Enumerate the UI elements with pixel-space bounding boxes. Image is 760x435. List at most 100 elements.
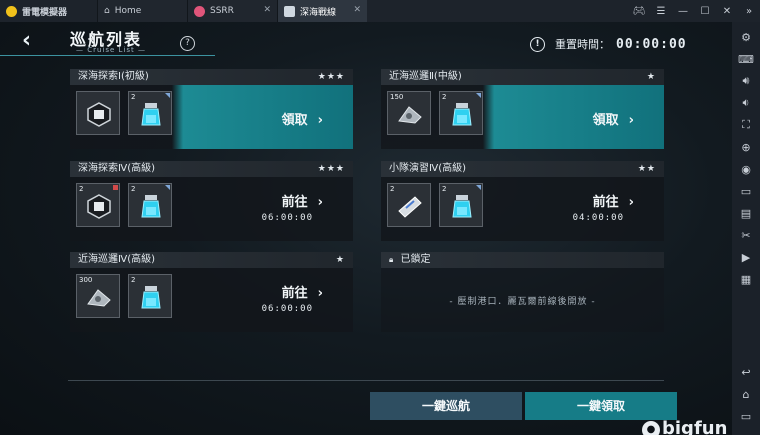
reward-item[interactable]: 2	[439, 91, 483, 135]
rarity-corner	[476, 185, 481, 190]
cruise-card: 近海巡邏Ⅱ(中級) ★ 150 2 領取 ›	[381, 69, 664, 149]
watermark-logo: ● bigfun	[642, 418, 727, 435]
reset-time: 00:00:00	[616, 36, 687, 52]
chevron-right-icon: ›	[628, 195, 634, 210]
tab-ssrr-label: SSRR	[210, 6, 234, 16]
menu-icon[interactable]: ☰	[650, 6, 672, 17]
close-icon[interactable]: ✕	[716, 6, 738, 17]
vial-icon	[452, 195, 472, 218]
maximize-icon[interactable]: ☐	[694, 6, 716, 17]
app-name: 雷電模擬器	[22, 7, 68, 18]
add-app-icon[interactable]: ⊕	[732, 136, 760, 158]
reward-item[interactable]: 2	[128, 91, 172, 135]
chevron-right-icon: ›	[317, 195, 323, 210]
reward-item[interactable]: 300	[76, 274, 120, 318]
collapse-icon[interactable]: »	[738, 6, 760, 17]
star-rating: ★★	[637, 164, 656, 174]
minimize-icon[interactable]: —	[672, 6, 694, 17]
locked-label: 已鎖定	[400, 254, 431, 265]
cruise-card-header: 小隊演習Ⅳ(高級) ★★	[381, 161, 664, 177]
keyboard-icon[interactable]: ⌨	[732, 48, 760, 70]
chevron-right-icon: ›	[317, 286, 323, 301]
ticket-icon	[398, 196, 422, 218]
star-rating: ★	[335, 255, 345, 265]
home-icon[interactable]: ⌂	[732, 383, 760, 405]
action-text: 前往	[281, 286, 308, 301]
page-subtitle: — Cruise List —	[76, 46, 147, 54]
volume-up-icon[interactable]: 🔊︎	[732, 70, 760, 92]
lock-icon: 🔒︎	[389, 255, 394, 264]
app-logo-tab: 雷電模擬器	[0, 0, 97, 22]
multi-instance-icon[interactable]: ▦	[732, 268, 760, 290]
tab-ssrr[interactable]: SSRR ✕	[187, 0, 277, 22]
paw-icon: ●	[642, 421, 660, 435]
reward-item[interactable]: 2	[439, 183, 483, 227]
go-button[interactable]: 2 2 前往 › 06:00:00	[70, 177, 353, 241]
cruise-duration: 06:00:00	[261, 304, 313, 314]
folder-icon[interactable]: ▭	[732, 180, 760, 202]
back-icon[interactable]: ↩	[732, 361, 760, 383]
reward-count: 2	[131, 276, 136, 284]
cruise-name: 小隊演習Ⅳ(高級)	[389, 163, 467, 174]
cruise-card-header: 近海巡邏Ⅳ(高級) ★	[70, 252, 353, 268]
rarity-tag	[113, 185, 118, 190]
claim-button[interactable]: 150 2 領取 ›	[381, 85, 664, 149]
vial-icon	[141, 103, 161, 126]
recent-apps-icon[interactable]: ▭	[732, 405, 760, 427]
cruise-card: 小隊演習Ⅳ(高級) ★★ 2 2 前往 › 04:00:00	[381, 161, 664, 241]
close-tab-icon[interactable]: ✕	[263, 5, 271, 15]
close-tab-icon[interactable]: ✕	[353, 5, 361, 15]
claim-button[interactable]: 2 領取 ›	[70, 85, 353, 149]
reward-count: 2	[390, 185, 395, 193]
home-icon: ⌂	[104, 6, 110, 16]
cube-icon	[87, 194, 111, 219]
settings-icon[interactable]: ⚙	[732, 26, 760, 48]
cruise-duration: 06:00:00	[261, 213, 313, 223]
claim-all-button[interactable]: 一鍵領取	[525, 392, 677, 420]
record-icon[interactable]: ◉	[732, 158, 760, 180]
rarity-corner	[165, 185, 170, 190]
action-label: 領取 ›	[593, 109, 634, 128]
help-icon[interactable]: ?	[180, 36, 195, 51]
cruise-name: 深海探索Ⅰ(初級)	[78, 71, 149, 82]
tab-home[interactable]: ⌂ Home	[97, 0, 187, 22]
reward-count: 2	[131, 93, 136, 101]
apk-icon[interactable]: ▤	[732, 202, 760, 224]
go-button[interactable]: 300 2 前往 › 06:00:00	[70, 268, 353, 332]
back-chevron-icon[interactable]: ‹	[22, 28, 48, 54]
reward-item[interactable]: 2	[128, 274, 172, 318]
reward-item[interactable]: 2	[387, 183, 431, 227]
volume-down-icon[interactable]: 🔉︎	[732, 92, 760, 114]
app-logo-icon	[6, 5, 17, 17]
title-underline	[0, 55, 215, 56]
reward-count: 2	[79, 185, 84, 193]
cruise-name: 近海巡邏Ⅱ(中級)	[389, 71, 462, 82]
tab-game[interactable]: 深海戰線 ✕	[277, 0, 367, 22]
locked-card: 🔒︎ 已鎖定 - 壓制港口．麗瓦爾前線後開放 -	[381, 252, 664, 332]
rarity-corner	[476, 93, 481, 98]
action-text: 前往	[281, 195, 308, 210]
reward-item[interactable]: 150	[387, 91, 431, 135]
scissors-icon[interactable]: ✂	[732, 224, 760, 246]
action-label: 前往 ›	[593, 191, 634, 210]
go-button[interactable]: 2 2 前往 › 04:00:00	[381, 177, 664, 241]
reset-timer: ! 重置時間： 00:00:00	[530, 36, 687, 52]
reward-item[interactable]: 2	[76, 183, 120, 227]
auto-cruise-button[interactable]: 一鍵巡航	[370, 392, 522, 420]
video-icon[interactable]: ▶	[732, 246, 760, 268]
cruise-card-header: 深海探索Ⅰ(初級) ★★★	[70, 69, 353, 85]
reward-item[interactable]: 2	[128, 183, 172, 227]
screenshot-icon[interactable]: ⛶	[732, 114, 760, 136]
gamepad-icon[interactable]: 🎮︎	[628, 6, 650, 17]
action-text: 領取	[592, 113, 619, 128]
cruise-card: 近海巡邏Ⅳ(高級) ★ 300 2 前往 › 06:00:00	[70, 252, 353, 332]
cruise-card-header: 深海探索Ⅳ(高級) ★★★	[70, 161, 353, 177]
part-icon	[398, 106, 422, 124]
chevron-right-icon: ›	[317, 113, 323, 128]
reward-count: 2	[442, 185, 447, 193]
reward-count: 150	[390, 93, 404, 101]
rarity-corner	[165, 93, 170, 98]
tab-home-label: Home	[114, 6, 142, 16]
game-screen: ‹ 巡航列表 — Cruise List — ? ! 重置時間： 00:00:0…	[0, 22, 732, 435]
reward-item[interactable]	[76, 91, 120, 135]
